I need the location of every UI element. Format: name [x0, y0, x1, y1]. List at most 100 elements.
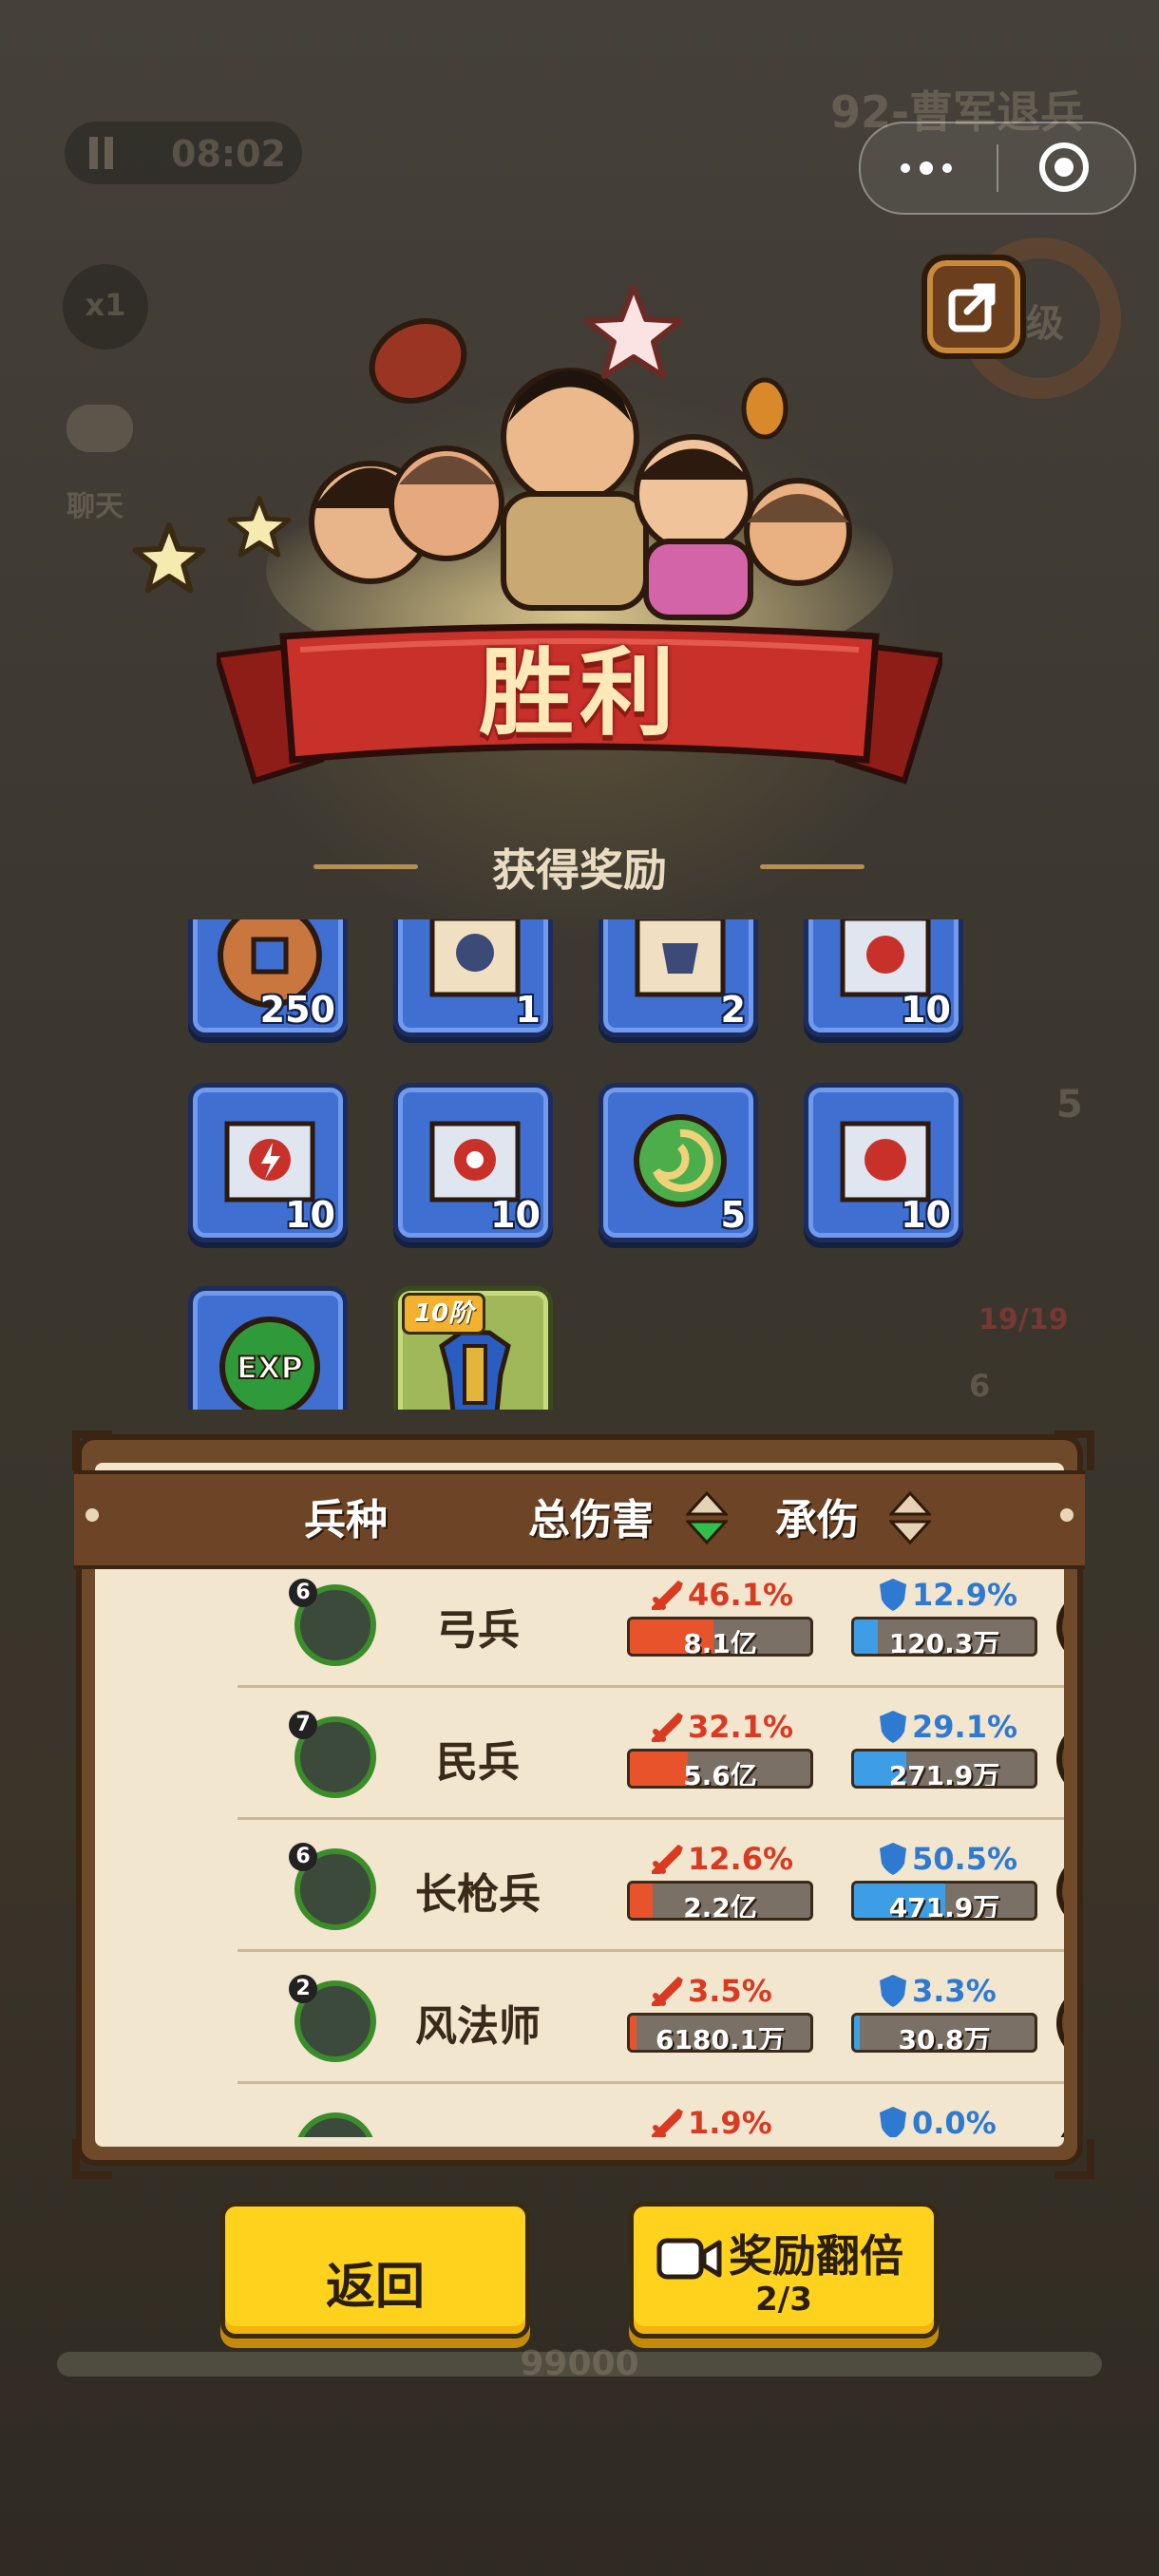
- reward-item[interactable]: EXP: [188, 1286, 348, 1410]
- taken-bar: 120.3万: [851, 1617, 1037, 1657]
- taken-percent: 3.3%: [912, 1973, 997, 2009]
- help-button[interactable]: ?: [1056, 1852, 1064, 1930]
- unit-name: 风法师: [415, 2002, 541, 2051]
- help-button[interactable]: ?: [1056, 1984, 1064, 2062]
- reward-item[interactable]: 1: [393, 919, 553, 1037]
- reward-count: 10: [285, 1194, 335, 1236]
- reward-item[interactable]: 10: [188, 1083, 348, 1242]
- scroll-runner-icon: [429, 919, 521, 997]
- stats-row: 7 民兵 32.1% 5.6亿 29.1% 271.9万?: [238, 1699, 1064, 1820]
- stats-row: 2 风法师 3.5% 6180.1万 3.3% 30.8万?: [238, 1963, 1064, 2084]
- taken-value: 30.8万: [898, 2024, 991, 2053]
- damage-bar: 8.1亿: [627, 1617, 813, 1657]
- pause-icon: [86, 137, 118, 169]
- reward-item[interactable]: 10: [804, 1083, 963, 1242]
- damage-percent: 1.9%: [688, 2105, 772, 2137]
- unit-avatar: [294, 2112, 376, 2137]
- taken-percent: 12.9%: [912, 1577, 1018, 1613]
- double-reward-button[interactable]: 奖励翻倍 2/3: [629, 2202, 939, 2339]
- unit-level: 7: [289, 1711, 317, 1739]
- sort-icon: [686, 1491, 728, 1544]
- star-icon: [132, 522, 206, 594]
- double-reward-count: 2/3: [755, 2281, 812, 2319]
- shield-icon: [880, 1579, 906, 1611]
- unit-name: 民兵: [436, 1738, 520, 1787]
- stats-row: 6 弓兵 46.1% 8.1亿 12.9% 120.3万?: [238, 1567, 1064, 1688]
- celebration-illustration: [247, 285, 912, 684]
- taken-value: 120.3万: [888, 1628, 1000, 1657]
- mini-program-capsule: [859, 122, 1136, 215]
- jade-swirl-icon: [634, 1114, 727, 1207]
- speed-label: x1: [85, 287, 126, 323]
- column-header-taken: 承伤: [775, 1496, 859, 1544]
- reward-count: 250: [259, 989, 335, 1031]
- shield-icon: [880, 1711, 906, 1743]
- damage-percent: 46.1%: [688, 1577, 794, 1613]
- taken-percent: 0.0%: [912, 2105, 997, 2137]
- help-button[interactable]: ?: [1056, 1720, 1064, 1798]
- back-button-label: 返回: [325, 2259, 425, 2316]
- reward-count: 10: [901, 989, 951, 1031]
- svg-text:EXP: EXP: [237, 1350, 303, 1386]
- sword-icon: [652, 1712, 683, 1742]
- damage-value: 6180.1万: [655, 2024, 786, 2053]
- speed-button[interactable]: x1: [63, 264, 148, 350]
- reward-count: 2: [720, 989, 746, 1031]
- taken-value: 471.9万: [888, 1892, 1000, 1921]
- sword-icon: [652, 1976, 683, 2006]
- sort-by-taken-button[interactable]: 承伤: [775, 1470, 937, 1562]
- share-icon: [948, 283, 996, 332]
- help-button[interactable]: ?: [1056, 2116, 1064, 2137]
- timer-pill[interactable]: 08:02: [65, 122, 302, 184]
- star-icon: [584, 284, 683, 379]
- help-button[interactable]: ?: [1056, 1588, 1064, 1666]
- corner-ornament: [72, 1430, 112, 1470]
- corner-ornament: [72, 2139, 112, 2179]
- reward-count: 1: [515, 989, 541, 1031]
- star-icon: [227, 496, 292, 558]
- taken-value: 271.9万: [888, 1760, 1000, 1789]
- reward-item[interactable]: 250: [188, 919, 348, 1037]
- more-icon[interactable]: [893, 144, 960, 192]
- reward-count: 5: [720, 1194, 746, 1236]
- chat-icon: [66, 405, 133, 452]
- damage-bar: 5.6亿: [627, 1749, 813, 1789]
- reward-item[interactable]: 10: [804, 919, 963, 1037]
- tier-badge: 10阶: [402, 1293, 486, 1335]
- damage-value: 2.2亿: [683, 1892, 757, 1921]
- damage-percent: 32.1%: [688, 1709, 794, 1745]
- damage-value: 5.6亿: [683, 1760, 757, 1789]
- victory-title: 胜利: [479, 637, 680, 748]
- sort-by-damage-button[interactable]: 总伤害: [528, 1470, 735, 1562]
- damage-percent: 3.5%: [688, 1973, 772, 2009]
- column-header-damage: 总伤害: [528, 1496, 654, 1544]
- unit-name: 弓兵: [436, 1606, 520, 1655]
- taken-percent: 29.1%: [912, 1709, 1018, 1745]
- reward-item[interactable]: 10: [393, 1083, 553, 1242]
- chat-button[interactable]: 聊天: [57, 399, 152, 523]
- damage-percent: 12.6%: [688, 1841, 794, 1877]
- reward-grid[interactable]: 250 1 2 10 10 10 5 10 EXP 10阶: [0, 919, 1159, 1410]
- corner-ornament: [1054, 1430, 1094, 1470]
- damage-bar: 2.2亿: [627, 1881, 813, 1921]
- progress-value: 99000: [520, 2344, 639, 2383]
- column-header-unit: 兵种: [304, 1496, 388, 1544]
- damage-bar: 6180.1万: [627, 2013, 813, 2053]
- scroll-armor-icon: [635, 919, 726, 997]
- unit-name: 长枪兵: [415, 1870, 541, 1919]
- sword-icon: [652, 1844, 683, 1874]
- stats-list[interactable]: 6 弓兵 46.1% 8.1亿 12.9% 120.3万? 7 民兵 32.1% 5.6亿 29.1…: [95, 1567, 1064, 2137]
- sword-icon: [652, 2108, 683, 2137]
- close-target-icon[interactable]: [1039, 142, 1089, 192]
- share-button[interactable]: [922, 255, 1026, 359]
- reward-item[interactable]: 5: [598, 1083, 758, 1242]
- shield-icon: [880, 1843, 906, 1875]
- exp-orb-icon: EXP: [219, 1316, 320, 1410]
- stats-row: 1.9% 0.0%?: [238, 2095, 1064, 2137]
- back-button[interactable]: 返回: [220, 2202, 530, 2339]
- chat-label: 聊天: [66, 490, 124, 523]
- reward-item[interactable]: 10阶: [393, 1286, 553, 1410]
- reward-count: 10: [901, 1194, 951, 1236]
- reward-item[interactable]: 2: [598, 919, 758, 1037]
- unit-level: 6: [289, 1579, 317, 1607]
